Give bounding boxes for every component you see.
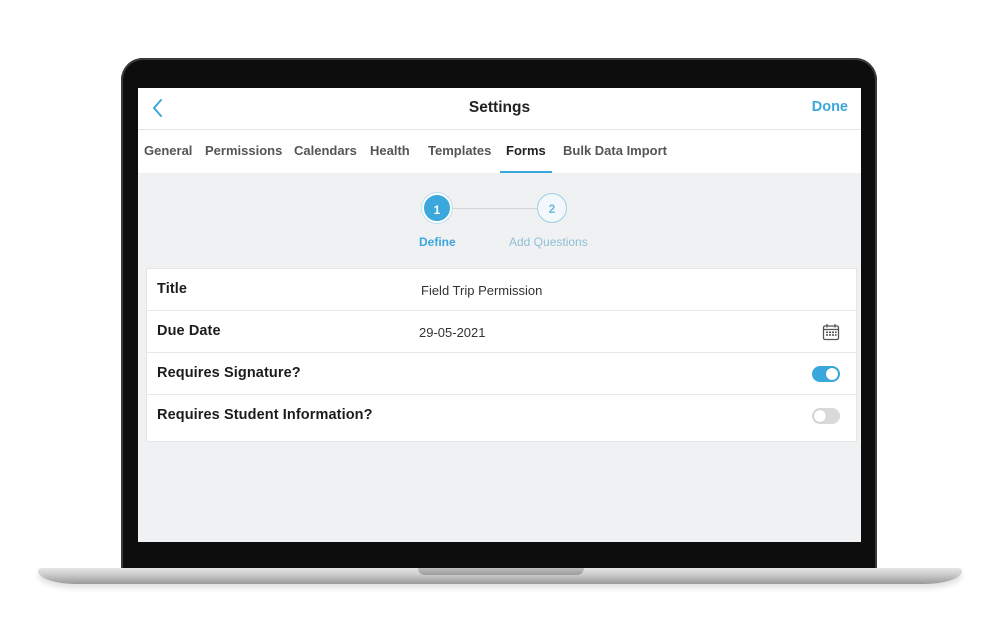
calendar-icon[interactable] (822, 323, 840, 341)
tab-forms[interactable]: Forms (500, 130, 552, 173)
nav-bar: Settings Done (138, 88, 861, 130)
form-card: Title Field Trip Permission Due Date 29-… (146, 268, 857, 442)
tab-general[interactable]: General (144, 130, 192, 173)
requires-student-info-toggle[interactable] (812, 408, 840, 424)
step-1-circle[interactable]: 1 (422, 193, 452, 223)
due-date-input[interactable]: 29-05-2021 (419, 325, 486, 340)
requires-signature-label: Requires Signature? (157, 365, 301, 381)
stepper-connector (453, 208, 537, 209)
settings-tabs: General Permissions Calendars Health Tem… (138, 130, 861, 173)
step-2-circle[interactable]: 2 (537, 193, 567, 223)
step-2-label: Add Questions (509, 235, 588, 249)
app-screen: Settings Done General Permissions Calend… (138, 88, 861, 542)
due-date-label: Due Date (157, 323, 221, 339)
tab-health[interactable]: Health (370, 130, 410, 173)
tab-templates[interactable]: Templates (428, 130, 491, 173)
title-row: Title Field Trip Permission (147, 269, 856, 311)
tab-permissions[interactable]: Permissions (205, 130, 282, 173)
laptop-notch (418, 568, 584, 575)
page-title: Settings (468, 99, 531, 116)
step-1-label: Define (419, 235, 456, 249)
requires-signature-row: Requires Signature? (147, 353, 856, 395)
title-input[interactable]: Field Trip Permission (421, 283, 542, 298)
tab-calendars[interactable]: Calendars (294, 130, 357, 173)
done-button[interactable]: Done (812, 99, 848, 115)
requires-student-info-row: Requires Student Information? (147, 395, 856, 437)
title-label: Title (157, 281, 188, 297)
requires-signature-toggle[interactable] (812, 366, 840, 382)
tab-bulk-data-import[interactable]: Bulk Data Import (563, 130, 667, 173)
requires-student-info-label: Requires Student Information? (157, 407, 373, 423)
toggle-knob (826, 368, 838, 380)
toggle-knob (814, 410, 826, 422)
due-date-row: Due Date 29-05-2021 (147, 311, 856, 353)
